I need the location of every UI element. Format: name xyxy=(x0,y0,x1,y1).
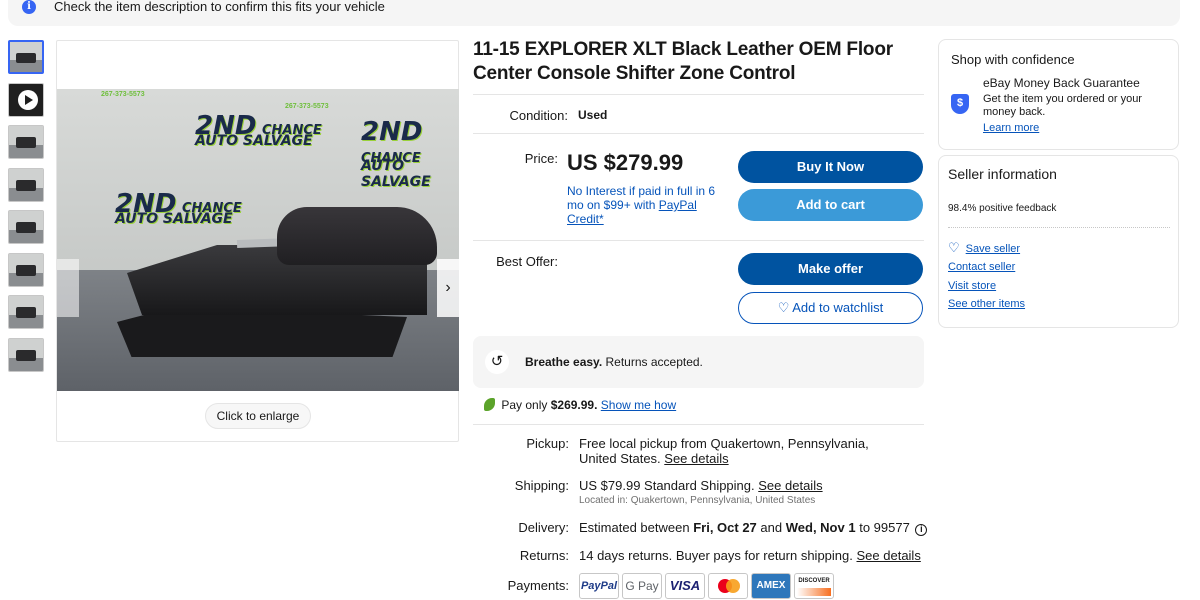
console-image xyxy=(117,207,447,357)
notice-text: Check the item description to confirm th… xyxy=(54,0,385,14)
thumbnail-5[interactable] xyxy=(8,210,44,244)
thumbnail-1[interactable] xyxy=(8,40,44,74)
watermark-phone: 267-373-5573 xyxy=(285,103,329,110)
returns-label: Returns: xyxy=(519,548,569,563)
watermark-phone: 267-373-5573 xyxy=(101,91,145,98)
listing-title: 11-15 EXPLORER XLT Black Leather OEM Flo… xyxy=(473,39,893,84)
click-to-enlarge-button[interactable]: Click to enlarge xyxy=(205,403,311,429)
divider xyxy=(473,424,924,425)
delivery-label: Delivery: xyxy=(518,520,569,535)
heart-icon: ♡ xyxy=(948,240,960,255)
money-back-shield-icon: $ xyxy=(951,94,969,114)
returns-value: 14 days returns. Buyer pays for return s… xyxy=(579,548,921,563)
thumbnail-4[interactable] xyxy=(8,167,44,202)
thumbnail-7[interactable] xyxy=(8,295,44,329)
seller-info-title: Seller information xyxy=(948,166,1057,182)
watermark-logo: 2ND CHANCE AUTO SALVAGE xyxy=(195,111,322,149)
returns-details-link[interactable]: See details xyxy=(857,548,921,563)
pickup-label: Pickup: xyxy=(526,436,569,451)
returns-banner-text: Returns accepted. xyxy=(605,355,703,369)
return-arrow-icon: ↺ xyxy=(485,350,509,374)
mastercard-logo xyxy=(708,573,748,599)
next-image-button[interactable]: › xyxy=(437,259,459,317)
returns-banner: ↺ Breathe easy. Returns accepted. xyxy=(473,336,924,388)
fitment-notice: i Check the item description to confirm … xyxy=(8,0,1180,26)
condition-value: Used xyxy=(578,108,608,122)
pay-only-offer: Pay only $269.99. Show me how xyxy=(484,398,676,412)
financing-offer[interactable]: No Interest if paid in full in 6 mo on $… xyxy=(567,184,727,226)
payments-label: Payments: xyxy=(507,578,569,593)
thumbnail-strip xyxy=(8,40,44,380)
money-back-description: Get the item you ordered or your money b… xyxy=(983,93,1142,118)
shop-with-confidence-card: Shop with confidence $ eBay Money Back G… xyxy=(938,39,1179,150)
add-to-cart-button[interactable]: Add to cart xyxy=(738,189,923,221)
seller-information-card: Seller information 98.4% positive feedba… xyxy=(938,155,1179,328)
positive-feedback: 98.4% positive feedback xyxy=(948,203,1057,214)
shipping-value: US $79.99 Standard Shipping. See details xyxy=(579,478,823,493)
pickup-value: Free local pickup from Quakertown, Penns… xyxy=(579,436,869,466)
main-image-panel: 267-373-5573 267-373-5573 2ND CHANCE AUT… xyxy=(56,40,459,442)
add-to-watchlist-button[interactable]: ♡ Add to watchlist xyxy=(738,292,923,324)
discover-logo: DISCOVER xyxy=(794,573,834,599)
contact-seller-link[interactable]: Contact seller xyxy=(948,261,1015,273)
pickup-details-link[interactable]: See details xyxy=(664,451,728,466)
info-icon: i xyxy=(22,0,36,14)
item-location: Located in: Quakertown, Pennsylvania, Un… xyxy=(579,495,816,506)
watermark-logo: 2ND CHANCE AUTO SALVAGE xyxy=(361,117,431,190)
product-photo[interactable]: 267-373-5573 267-373-5573 2ND CHANCE AUT… xyxy=(57,89,459,391)
divider xyxy=(948,227,1170,228)
shipping-details-link[interactable]: See details xyxy=(758,478,822,493)
chevron-right-icon: › xyxy=(445,279,451,296)
see-other-items-link[interactable]: See other items xyxy=(948,298,1025,310)
buy-it-now-button[interactable]: Buy It Now xyxy=(738,151,923,183)
info-circle-icon[interactable]: i xyxy=(915,524,928,536)
thumbnail-3[interactable] xyxy=(8,125,44,159)
divider xyxy=(473,240,924,241)
best-offer-label: Best Offer: xyxy=(496,254,558,269)
leaf-icon xyxy=(484,398,495,411)
price-label: Price: xyxy=(524,151,558,166)
money-back-title: eBay Money Back Guarantee xyxy=(983,76,1140,90)
divider xyxy=(473,94,924,95)
returns-banner-bold: Breathe easy. xyxy=(525,355,603,369)
visa-logo: VISA xyxy=(665,573,705,599)
previous-image-button[interactable] xyxy=(57,259,79,317)
price-value: US $279.99 xyxy=(567,150,684,175)
learn-more-link[interactable]: Learn more xyxy=(983,122,1039,134)
thumbnail-video[interactable] xyxy=(8,82,44,117)
delivery-value: Estimated between Fri, Oct 27 and Wed, N… xyxy=(579,520,928,536)
shipping-label: Shipping: xyxy=(514,478,569,493)
payment-methods: PayPal G Pay VISA AMEX DISCOVER xyxy=(579,573,834,599)
thumbnail-6[interactable] xyxy=(8,252,44,287)
paypal-logo: PayPal xyxy=(579,573,619,599)
amex-logo: AMEX xyxy=(751,573,791,599)
save-seller-link[interactable]: ♡ Save seller xyxy=(948,240,1020,256)
play-icon xyxy=(18,89,38,110)
show-me-how-link[interactable]: Show me how xyxy=(601,398,676,412)
condition-label: Condition: xyxy=(509,108,568,123)
make-offer-button[interactable]: Make offer xyxy=(738,253,923,285)
visit-store-link[interactable]: Visit store xyxy=(948,280,996,292)
thumbnail-8[interactable] xyxy=(8,337,44,372)
google-pay-logo: G Pay xyxy=(622,573,662,599)
confidence-title: Shop with confidence xyxy=(951,52,1075,67)
divider xyxy=(473,133,924,134)
heart-icon: ♡ xyxy=(777,300,790,315)
